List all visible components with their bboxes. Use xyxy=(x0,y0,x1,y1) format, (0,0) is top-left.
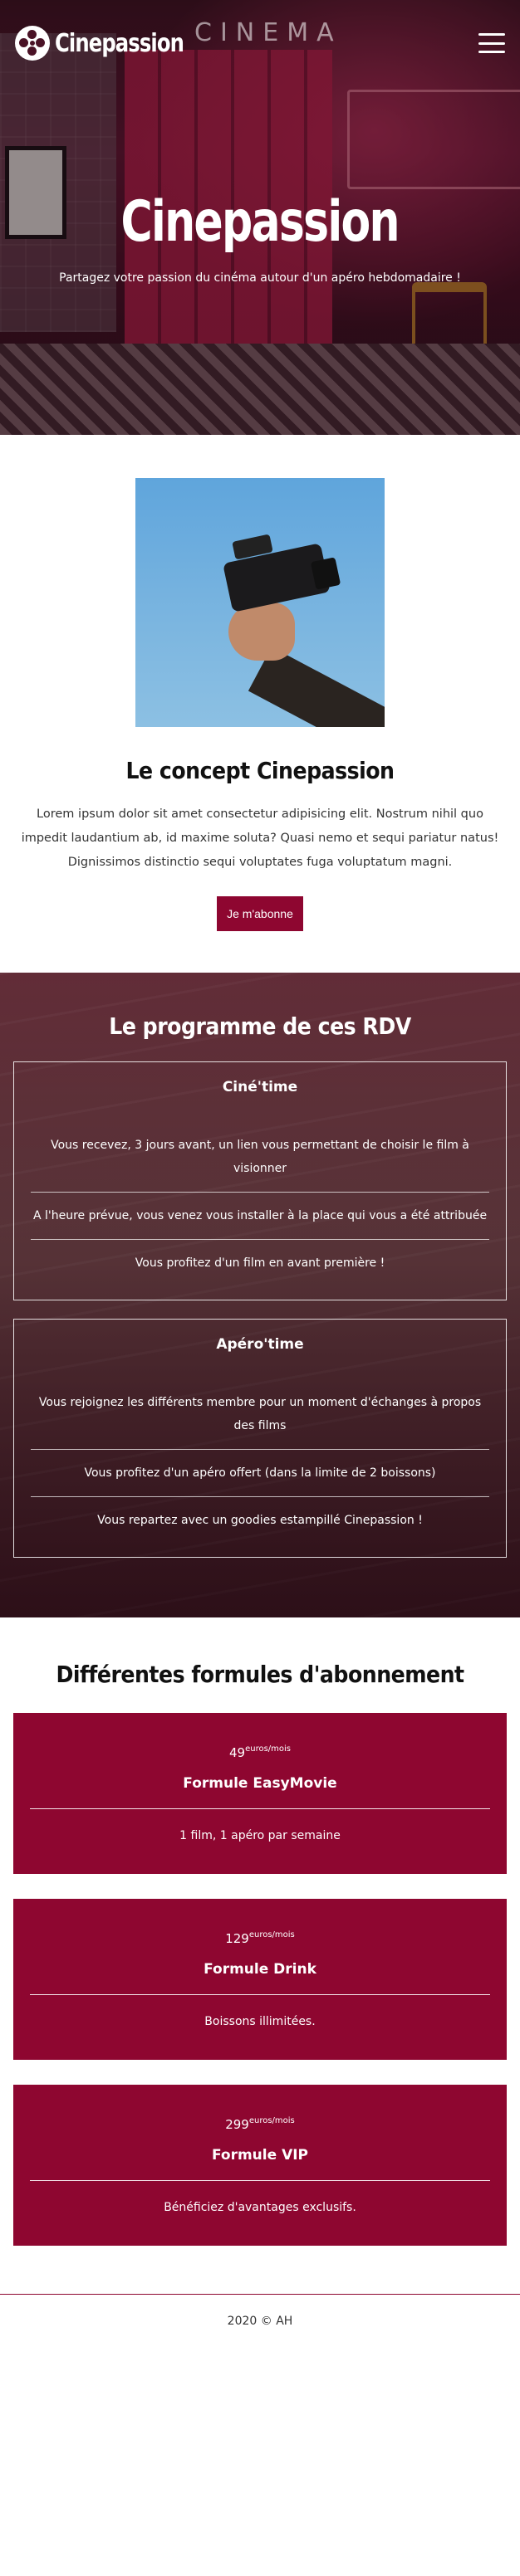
plan-price-unit: euros/mois xyxy=(248,1930,295,1939)
plan-card-vip[interactable]: 299euros/mois Formule VIP Bénéficiez d'a… xyxy=(13,2085,507,2246)
formules-section: Différentes formules d'abonnement 49euro… xyxy=(0,1617,520,2294)
plan-card-easymovie[interactable]: 49euros/mois Formule EasyMovie 1 film, 1… xyxy=(13,1713,507,1874)
subscribe-button[interactable]: Je m'abonne xyxy=(217,896,303,931)
programme-item: Vous profitez d'un film en avant premièr… xyxy=(135,1256,385,1270)
brand-link[interactable]: Cinepassion xyxy=(15,26,198,61)
programme-card-aperotime: Apéro'time Vous rejoignez les différents… xyxy=(13,1319,507,1558)
plan-price-value: 49 xyxy=(228,1745,246,1760)
hero-subtitle: Partagez votre passion du cinéma autour … xyxy=(59,271,461,285)
concept-title: Le concept Cinepassion xyxy=(125,757,395,784)
concept-text: Lorem ipsum dolor sit amet consectetur a… xyxy=(21,807,499,869)
formules-title: Différentes formules d'abonnement xyxy=(56,1661,464,1688)
plan-price-value: 129 xyxy=(225,1931,249,1946)
concept-section: Le concept Cinepassion Lorem ipsum dolor… xyxy=(0,435,520,973)
programme-section: Le programme de ces RDV Ciné'time Vous r… xyxy=(0,973,520,1617)
hero-section: CINEMA Cinepassion Cinepassion Partagez … xyxy=(0,0,520,435)
plan-price: 49euros/mois xyxy=(30,1744,490,1760)
hero-title: Cinepassion xyxy=(120,189,400,255)
plan-divider xyxy=(30,1808,490,1809)
plan-divider xyxy=(30,2180,490,2181)
footer: 2020 © AH xyxy=(0,2294,520,2353)
plan-description: Bénéficiez d'avantages exclusifs. xyxy=(164,2201,356,2214)
footer-copyright: 2020 © AH xyxy=(227,2315,293,2328)
plan-price-unit: euros/mois xyxy=(245,1744,292,1754)
plan-price: 129euros/mois xyxy=(30,1930,490,1946)
plan-description: Boissons illimitées. xyxy=(204,2015,316,2028)
plan-price: 299euros/mois xyxy=(30,2116,490,2132)
plan-price-unit: euros/mois xyxy=(248,2116,295,2125)
programme-item: Vous rejoignez les différents membre pou… xyxy=(31,1391,489,1450)
film-reel-icon xyxy=(15,26,50,61)
programme-card-title: Ciné'time xyxy=(222,1079,298,1095)
plan-divider xyxy=(30,1994,490,1995)
programme-item: Vous profitez d'un apéro offert (dans la… xyxy=(31,1450,489,1497)
programme-item: Vous repartez avec un goodies estampillé… xyxy=(97,1514,423,1527)
hero-text: Cinepassion Partagez votre passion du ci… xyxy=(0,189,520,285)
programme-title: Le programme de ces RDV xyxy=(109,1012,411,1040)
camera-photo xyxy=(135,478,385,727)
plan-name: Formule Drink xyxy=(204,1961,316,1978)
plan-description: 1 film, 1 apéro par semaine xyxy=(179,1829,341,1842)
brand-name: Cinepassion xyxy=(55,28,184,58)
programme-card-cinetime: Ciné'time Vous recevez, 3 jours avant, u… xyxy=(13,1061,507,1300)
hamburger-icon[interactable] xyxy=(478,33,505,53)
plan-price-value: 299 xyxy=(225,2117,249,2132)
plan-name: Formule VIP xyxy=(211,2147,309,2164)
plan-card-drink[interactable]: 129euros/mois Formule Drink Boissons ill… xyxy=(13,1899,507,2060)
programme-card-title: Apéro'time xyxy=(216,1336,304,1353)
programme-item: Vous recevez, 3 jours avant, un lien vou… xyxy=(31,1134,489,1193)
programme-item: A l'heure prévue, vous venez vous instal… xyxy=(31,1193,489,1240)
plan-name: Formule EasyMovie xyxy=(183,1775,337,1792)
navbar: Cinepassion xyxy=(0,0,520,86)
